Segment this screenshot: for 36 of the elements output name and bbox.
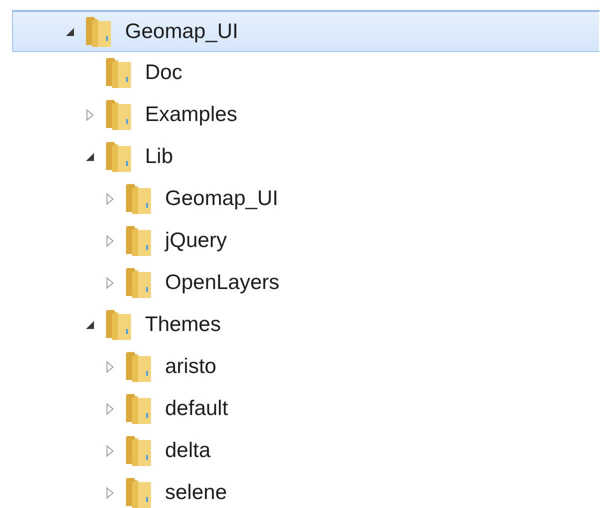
folder-name: Lib bbox=[145, 145, 174, 169]
folder-icon bbox=[123, 393, 153, 425]
tree-item[interactable]: default bbox=[12, 388, 600, 430]
folder-icon bbox=[103, 141, 133, 173]
folder-icon bbox=[103, 57, 133, 89]
tree-item[interactable]: selene bbox=[12, 472, 600, 508]
tree-item[interactable]: Lib bbox=[12, 136, 600, 178]
folder-icon bbox=[103, 99, 133, 131]
folder-name: OpenLayers bbox=[165, 271, 280, 295]
folder-name: default bbox=[165, 397, 228, 421]
folder-name: aristo bbox=[165, 355, 216, 379]
folder-name: Geomap_UI bbox=[125, 20, 238, 44]
tree-item[interactable]: Doc bbox=[12, 52, 600, 94]
tree-item[interactable]: Geomap_UI bbox=[12, 10, 600, 52]
folder-name: delta bbox=[165, 439, 211, 463]
folder-icon bbox=[123, 267, 153, 299]
folder-icon bbox=[103, 309, 133, 341]
tree-item[interactable]: aristo bbox=[12, 346, 600, 388]
folder-icon bbox=[123, 477, 153, 508]
folder-icon bbox=[123, 435, 153, 467]
tree-item[interactable]: jQuery bbox=[12, 220, 600, 262]
folder-name: Geomap_UI bbox=[165, 187, 278, 211]
tree-item[interactable]: Themes bbox=[12, 304, 600, 346]
folder-icon bbox=[83, 16, 113, 48]
folder-name: Themes bbox=[145, 313, 221, 337]
tree-item[interactable]: OpenLayers bbox=[12, 262, 600, 304]
folder-name: jQuery bbox=[165, 229, 227, 253]
folder-name: selene bbox=[165, 481, 227, 505]
folder-icon bbox=[123, 183, 153, 215]
folder-icon bbox=[123, 351, 153, 383]
folder-name: Examples bbox=[145, 103, 238, 127]
tree-item[interactable]: Geomap_UI bbox=[12, 178, 600, 220]
folder-name: Doc bbox=[145, 61, 182, 85]
tree-item[interactable]: Examples bbox=[12, 94, 600, 136]
folder-icon bbox=[123, 225, 153, 257]
tree-item[interactable]: delta bbox=[12, 430, 600, 472]
